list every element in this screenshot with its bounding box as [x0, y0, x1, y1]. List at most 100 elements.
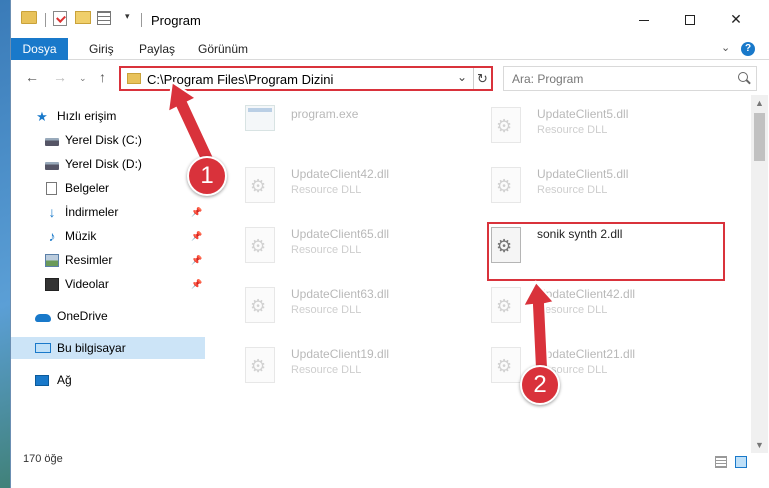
forward-button[interactable]: → — [53, 69, 67, 85]
file-name: UpdateClient65.dll — [291, 227, 390, 241]
maximize-button[interactable] — [667, 0, 713, 38]
scroll-down-icon[interactable]: ▼ — [755, 440, 764, 450]
sidebar-item-label: Hızlı erişim — [57, 109, 117, 123]
minimize-icon — [639, 19, 649, 21]
pin-icon[interactable]: 📌 — [191, 207, 202, 218]
tab-home[interactable]: Giriş — [77, 38, 126, 60]
new-folder-icon[interactable] — [75, 11, 91, 24]
search-box[interactable] — [503, 66, 757, 91]
file-item[interactable]: UpdateClient5.dll Resource DLL — [481, 99, 717, 155]
large-icons-view-icon[interactable] — [735, 456, 747, 468]
file-highlight-box — [487, 222, 725, 281]
pictures-icon — [45, 253, 59, 267]
file-name: UpdateClient5.dll — [537, 107, 629, 121]
sidebar-item-downloads[interactable]: ↓ İndirmeler 📌 — [11, 201, 205, 223]
dll-file-icon — [491, 107, 521, 143]
drive-icon — [45, 161, 59, 170]
toolbar-separator — [141, 13, 142, 27]
dll-file-icon — [491, 347, 521, 383]
file-type: Resource DLL — [291, 244, 362, 256]
file-type: Resource DLL — [291, 304, 362, 316]
customize-toolbar-dropdown[interactable]: ▾ — [125, 11, 135, 21]
view-toggle-icon[interactable] — [97, 11, 111, 25]
back-button[interactable]: ← — [25, 69, 39, 85]
file-type: Resource DLL — [537, 304, 608, 316]
navigation-bar: ← → ⌄ ↑ C:\Program Files\Program Dizini … — [11, 61, 769, 95]
sidebar-item-quick-access[interactable]: ★ Hızlı erişim — [11, 105, 205, 127]
minimize-button[interactable] — [621, 0, 667, 38]
sidebar-item-local-disk-d[interactable]: Yerel Disk (D:) — [11, 153, 205, 175]
dll-file-icon — [245, 347, 275, 383]
file-type: Resource DLL — [291, 364, 362, 376]
help-icon[interactable]: ? — [741, 42, 755, 56]
file-type: Resource DLL — [291, 184, 362, 196]
pin-icon[interactable]: 📌 — [191, 255, 202, 266]
computer-icon — [35, 343, 51, 353]
expand-ribbon-icon[interactable]: ⌄ — [721, 41, 730, 54]
sidebar-item-label: İndirmeler — [65, 205, 119, 219]
item-count: 170 öğe — [23, 453, 63, 465]
dll-file-icon — [245, 287, 275, 323]
pin-icon[interactable]: 📌 — [191, 231, 202, 242]
sidebar-item-local-disk-c[interactable]: Yerel Disk (C:) — [11, 129, 205, 151]
sidebar-item-label: Videolar — [65, 277, 109, 291]
documents-icon — [46, 181, 57, 195]
title-bar: ▾ Program ✕ — [11, 0, 769, 38]
sidebar-item-this-pc[interactable]: Bu bilgisayar — [11, 337, 205, 359]
recent-locations-button[interactable]: ⌄ — [79, 73, 87, 84]
sidebar-item-music[interactable]: ♪ Müzik 📌 — [11, 225, 205, 247]
sidebar-item-videos[interactable]: Videolar 📌 — [11, 273, 205, 295]
file-name: UpdateClient21.dll — [537, 347, 636, 361]
application-icon — [245, 105, 275, 131]
address-path[interactable]: C:\Program Files\Program Dizini — [147, 72, 333, 87]
pin-icon[interactable]: 📌 — [191, 279, 202, 290]
explorer-window: ▾ Program ✕ Dosya Giriş Paylaş Görünüm ⌄… — [10, 0, 769, 488]
sidebar-item-label: Bu bilgisayar — [57, 341, 126, 355]
callout-badge-2: 2 — [520, 365, 560, 405]
scrollbar-thumb[interactable] — [754, 113, 765, 161]
search-icon — [738, 72, 748, 82]
dll-file-icon — [245, 167, 275, 203]
refresh-button[interactable]: ↻ — [473, 68, 491, 89]
file-item[interactable]: program.exe — [235, 99, 471, 155]
sidebar-item-label: Ağ — [57, 373, 72, 387]
window-title: Program — [151, 13, 201, 28]
close-button[interactable]: ✕ — [713, 0, 759, 38]
sidebar-item-pictures[interactable]: Resimler 📌 — [11, 249, 205, 271]
file-item[interactable]: UpdateClient19.dll Resource DLL — [235, 339, 471, 395]
dll-file-icon — [491, 287, 521, 323]
file-item[interactable]: UpdateClient65.dll Resource DLL — [235, 219, 471, 275]
videos-icon — [45, 277, 59, 291]
file-item[interactable]: UpdateClient21.dll Resource DLL — [481, 339, 717, 395]
up-button[interactable]: ↑ — [99, 69, 106, 85]
file-item[interactable]: UpdateClient63.dll Resource DLL — [235, 279, 471, 335]
address-history-dropdown[interactable]: ⌄ — [457, 70, 467, 84]
sidebar-item-documents[interactable]: Belgeler — [11, 177, 205, 199]
drive-icon — [45, 137, 59, 146]
file-item[interactable]: UpdateClient42.dll Resource DLL — [235, 159, 471, 215]
file-name: program.exe — [291, 107, 359, 121]
sidebar-item-onedrive[interactable]: OneDrive — [11, 305, 205, 327]
folder-icon — [21, 11, 37, 24]
close-icon: ✕ — [730, 11, 742, 27]
scroll-up-icon[interactable]: ▲ — [755, 98, 764, 108]
callout-badge-1: 1 — [187, 156, 227, 196]
sidebar-item-label: Belgeler — [65, 181, 110, 195]
tab-share[interactable]: Paylaş — [127, 38, 187, 60]
details-view-icon[interactable] — [715, 456, 727, 468]
sidebar-item-label: Yerel Disk (D:) — [65, 157, 142, 171]
onedrive-icon — [35, 313, 51, 322]
sidebar-item-network[interactable]: Ağ — [11, 369, 205, 391]
address-bar[interactable]: C:\Program Files\Program Dizini ⌄ ↻ — [119, 66, 493, 91]
search-input[interactable] — [512, 68, 712, 89]
properties-icon[interactable] — [53, 11, 67, 26]
tab-view[interactable]: Görünüm — [186, 38, 260, 60]
sidebar-item-label: Müzik — [65, 229, 97, 243]
file-name: UpdateClient42.dll — [537, 287, 636, 301]
file-item[interactable]: UpdateClient42.dll Resource DLL — [481, 279, 717, 335]
vertical-scrollbar[interactable]: ▲ ▼ — [751, 95, 768, 453]
tab-file[interactable]: Dosya — [11, 38, 68, 60]
file-type: Resource DLL — [537, 184, 608, 196]
file-item[interactable]: UpdateClient5.dll Resource DLL — [481, 159, 717, 215]
star-icon: ★ — [36, 108, 48, 124]
